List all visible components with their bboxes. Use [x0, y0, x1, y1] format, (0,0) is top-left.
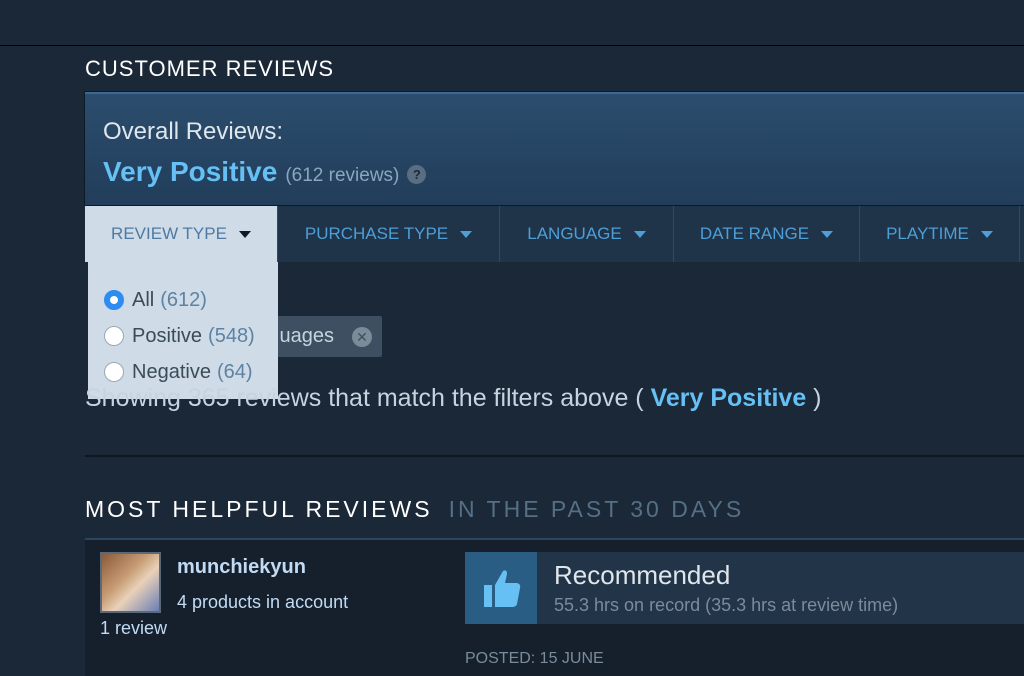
review-verdict: Recommended [554, 560, 731, 590]
avatar[interactable] [100, 552, 161, 613]
option-positive[interactable]: Positive (548) [104, 318, 278, 354]
showing-rating: Very Positive [650, 384, 807, 412]
most-helpful-heading: MOST HELPFUL REVIEWS IN THE PAST 30 DAYS [85, 496, 744, 523]
overall-reviews-label: Overall Reviews: [103, 118, 284, 145]
filter-chip-label: uages [279, 325, 335, 347]
overall-rating[interactable]: Very Positive [103, 156, 277, 188]
option-negative-count: (64) [216, 360, 253, 383]
caret-down-icon [633, 230, 646, 238]
showing-suffix: ) [806, 384, 822, 412]
radio-negative[interactable] [104, 362, 124, 382]
review-products-count[interactable]: 4 products in account [177, 592, 348, 613]
option-all-label: All [132, 288, 155, 311]
showing-prefix: Showing 365 reviews that match the filte… [85, 384, 651, 412]
option-all-count: (612) [160, 288, 207, 311]
review-filter-bar: REVIEW TYPE PURCHASE TYPE LANGUAGE DATE … [85, 206, 1024, 262]
tab-purchase-type[interactable]: PURCHASE TYPE [278, 206, 500, 262]
radio-positive[interactable] [104, 326, 124, 346]
caret-down-icon [238, 230, 251, 238]
tab-review-type[interactable]: REVIEW TYPE [85, 206, 278, 262]
close-icon[interactable]: ✕ [352, 326, 372, 347]
review-count[interactable]: 1 review [100, 618, 167, 639]
option-positive-count: (548) [208, 324, 255, 347]
tab-language-label: LANGUAGE [527, 224, 622, 243]
caret-down-icon [980, 230, 993, 238]
most-helpful-subtitle: IN THE PAST 30 DAYS [448, 496, 745, 522]
help-icon[interactable]: ? [407, 165, 427, 184]
radio-all[interactable] [104, 290, 124, 310]
option-all[interactable]: All (612) [104, 282, 278, 318]
overall-review-count: (612 reviews) [285, 165, 400, 186]
review-username[interactable]: munchiekyun [177, 556, 306, 579]
thumbs-up-icon [465, 552, 537, 624]
review-card: munchiekyun 4 products in account 1 revi… [85, 538, 1024, 676]
caret-down-icon [821, 230, 834, 238]
review-vote-header[interactable]: Recommended 55.3 hrs on record (35.3 hrs… [465, 552, 1024, 624]
top-bar [0, 0, 1024, 46]
caret-down-icon [460, 230, 473, 238]
divider [85, 455, 1024, 457]
review-posted-date: POSTED: 15 JUNE [465, 650, 604, 667]
tab-playtime-label: PLAYTIME [886, 224, 969, 243]
tab-date-range-label: DATE RANGE [699, 224, 810, 243]
review-summary: Overall Reviews: Very Positive (612 revi… [85, 92, 1024, 205]
vote-text: Recommended 55.3 hrs on record (35.3 hrs… [537, 552, 898, 624]
tab-language[interactable]: LANGUAGE [500, 206, 674, 262]
option-positive-label: Positive [132, 324, 203, 347]
tab-review-type-label: REVIEW TYPE [111, 224, 227, 243]
overall-rating-line: Very Positive (612 reviews) ? [103, 156, 427, 188]
option-negative-label: Negative [132, 360, 211, 383]
tab-purchase-type-label: PURCHASE TYPE [304, 224, 449, 243]
tab-playtime[interactable]: PLAYTIME [860, 206, 1020, 262]
section-title: CUSTOMER REVIEWS [85, 56, 335, 81]
thumbs-up-svg [484, 570, 521, 607]
tab-date-range[interactable]: DATE RANGE [674, 206, 860, 262]
most-helpful-title: MOST HELPFUL REVIEWS [85, 496, 433, 522]
review-type-dropdown: All (612) Positive (548) Negative (64) [88, 262, 278, 399]
review-hours: 55.3 hrs on record (35.3 hrs at review t… [554, 595, 899, 615]
showing-summary: Showing 365 reviews that match the filte… [85, 384, 822, 413]
